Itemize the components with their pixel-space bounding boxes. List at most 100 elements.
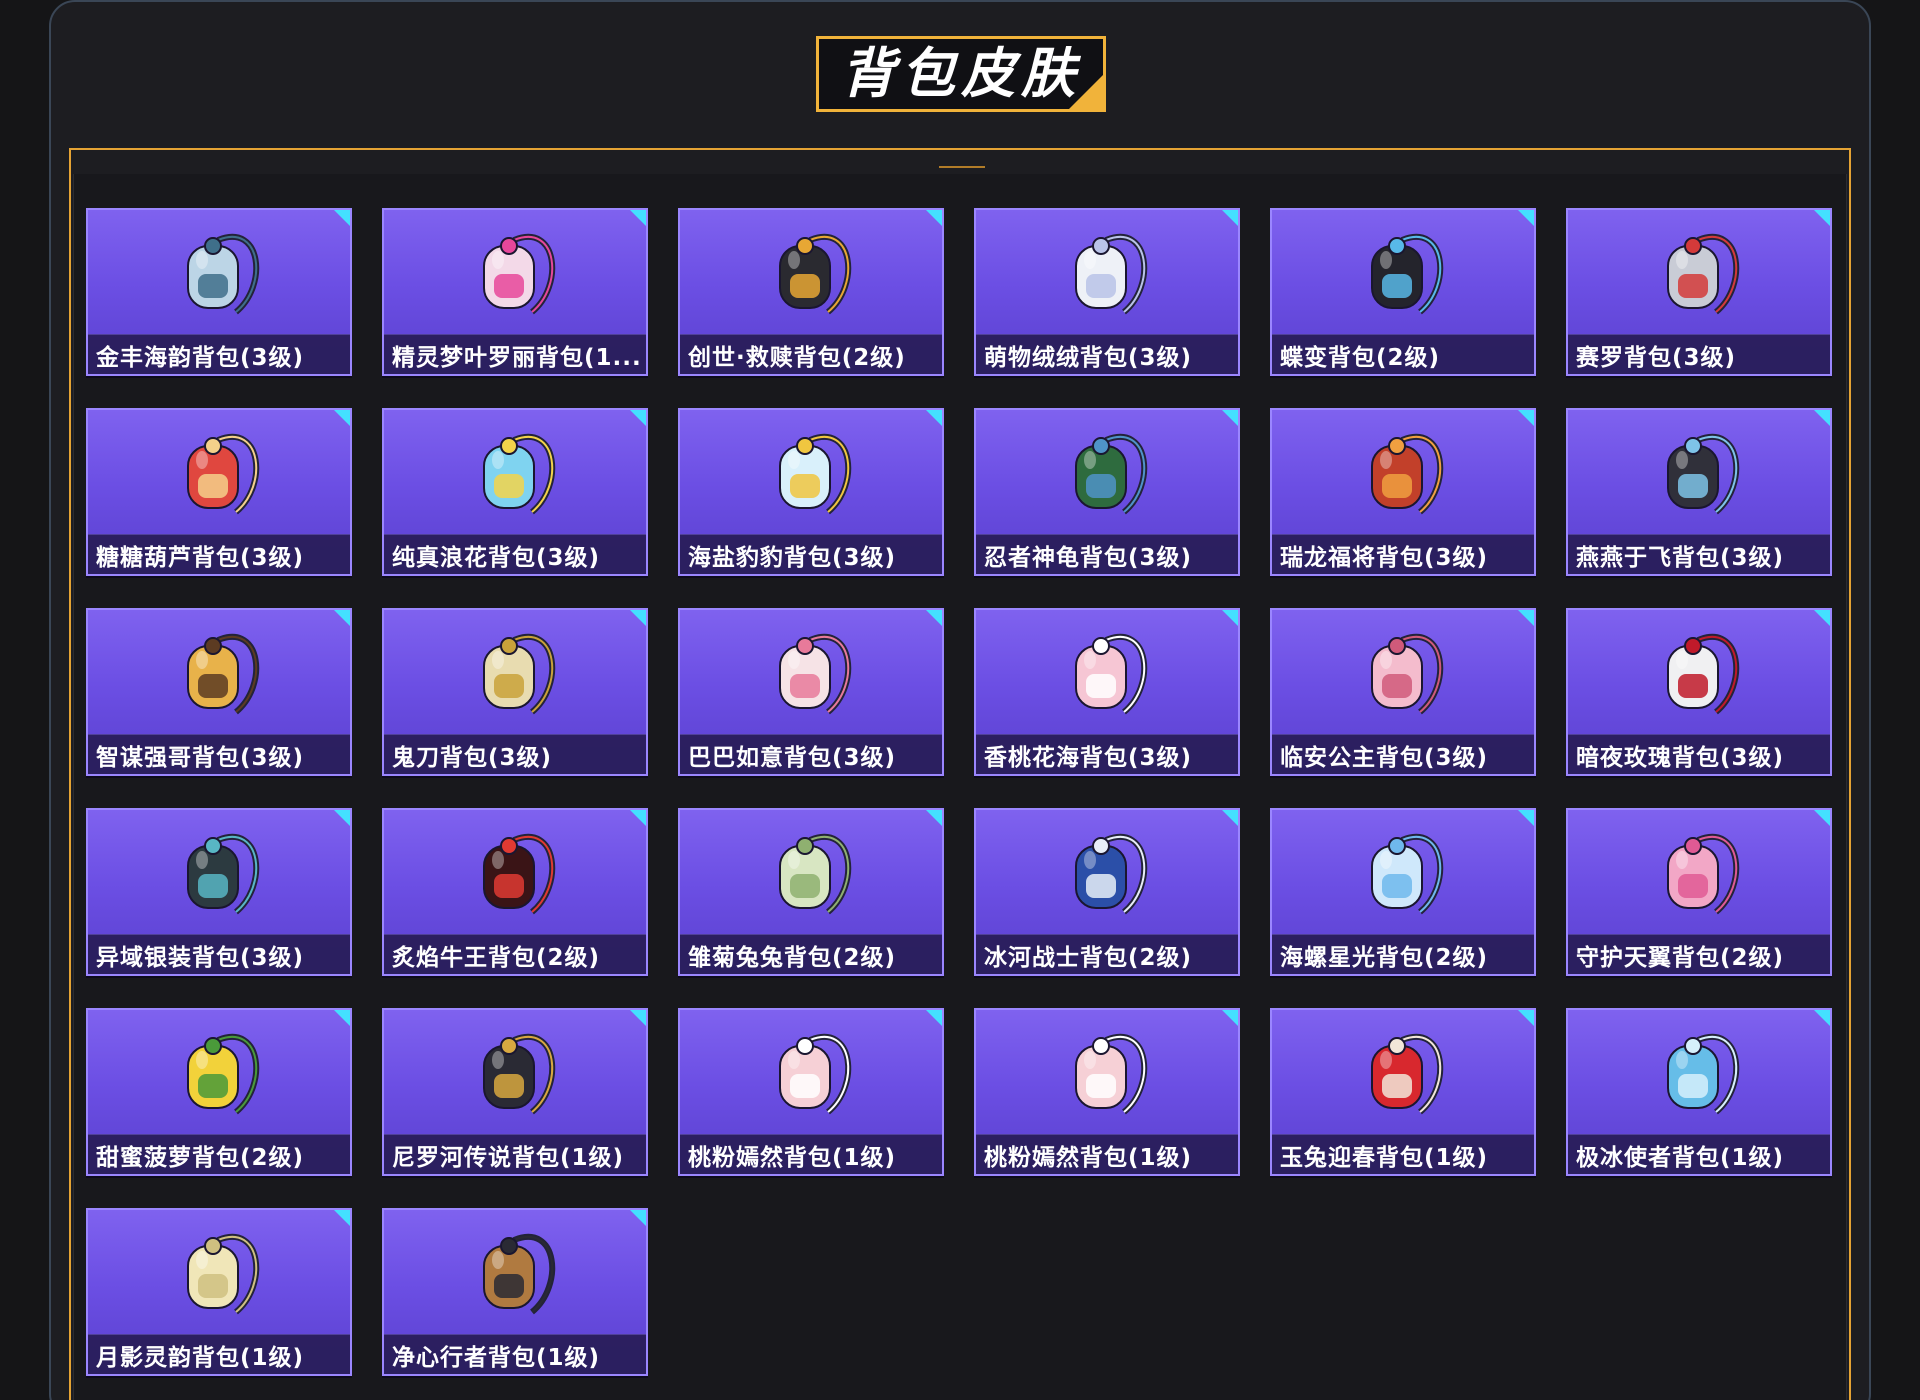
- skin-name: 纯真浪花背包(3级): [392, 544, 601, 571]
- skin-name: 巴巴如意背包(3级): [688, 744, 897, 771]
- skin-card[interactable]: 创世·救赎背包(2级): [678, 208, 944, 376]
- backpack-icon: [1667, 434, 1740, 515]
- skin-card[interactable]: 冰河战士背包(2级): [974, 808, 1240, 976]
- backpack-icon: [187, 634, 260, 715]
- skin-card[interactable]: 赛罗背包(3级): [1566, 208, 1832, 376]
- page: 背包皮肤 金丰海韵背包(3级) 精灵梦叶罗丽背包(1... 创世·救赎背包(2级) 萌…: [0, 0, 1920, 1400]
- skin-card[interactable]: 香桃花海背包(3级): [974, 608, 1240, 776]
- skin-card[interactable]: 炙焰牛王背包(2级): [382, 808, 648, 976]
- skin-card[interactable]: 金丰海韵背包(3级): [86, 208, 352, 376]
- skin-name: 临安公主背包(3级): [1280, 744, 1489, 771]
- skin-label-bar: 临安公主背包(3级): [1272, 734, 1534, 774]
- backpack-icon: [483, 234, 556, 315]
- skin-name: 海螺星光背包(2级): [1280, 944, 1489, 971]
- skin-name: 尼罗河传说背包(1级): [392, 1144, 625, 1171]
- backpack-icon: [1667, 234, 1740, 315]
- frame-divider: [939, 166, 985, 168]
- skin-card[interactable]: 桃粉嫣然背包(1级): [678, 1008, 944, 1176]
- skin-name: 玉兔迎春背包(1级): [1280, 1144, 1489, 1171]
- skin-label-bar: 净心行者背包(1级): [384, 1334, 646, 1374]
- skin-label-bar: 智谋强哥背包(3级): [88, 734, 350, 774]
- skin-name: 创世·救赎背包(2级): [688, 344, 906, 371]
- skin-label-bar: 海螺星光背包(2级): [1272, 934, 1534, 974]
- backpack-icon: [1371, 434, 1444, 515]
- backpack-icon: [1371, 234, 1444, 315]
- skin-label-bar: 精灵梦叶罗丽背包(1...: [384, 334, 646, 374]
- backpack-icon: [779, 834, 852, 915]
- skin-name: 糖糖葫芦背包(3级): [96, 544, 305, 571]
- backpack-icon: [1075, 1034, 1148, 1115]
- backpack-icon: [1667, 834, 1740, 915]
- skin-label-bar: 创世·救赎背包(2级): [680, 334, 942, 374]
- skin-name: 冰河战士背包(2级): [984, 944, 1193, 971]
- skin-label-bar: 极冰使者背包(1级): [1568, 1134, 1830, 1174]
- skin-label-bar: 桃粉嫣然背包(1级): [976, 1134, 1238, 1174]
- section-title-badge: 背包皮肤: [816, 36, 1106, 112]
- skin-card[interactable]: 精灵梦叶罗丽背包(1...: [382, 208, 648, 376]
- skin-card[interactable]: 守护天翼背包(2级): [1566, 808, 1832, 976]
- skin-label-bar: 异域银装背包(3级): [88, 934, 350, 974]
- skin-card[interactable]: 月影灵韵背包(1级): [86, 1208, 352, 1376]
- skin-label-bar: 冰河战士背包(2级): [976, 934, 1238, 974]
- skin-card[interactable]: 暗夜玫瑰背包(3级): [1566, 608, 1832, 776]
- skin-name: 净心行者背包(1级): [392, 1344, 601, 1371]
- backpack-icon: [187, 834, 260, 915]
- skin-label-bar: 鬼刀背包(3级): [384, 734, 646, 774]
- backpack-icon: [1075, 434, 1148, 515]
- skin-name: 金丰海韵背包(3级): [96, 344, 305, 371]
- skin-name: 智谋强哥背包(3级): [96, 744, 305, 771]
- skin-name: 桃粉嫣然背包(1级): [688, 1144, 897, 1171]
- skin-card[interactable]: 糖糖葫芦背包(3级): [86, 408, 352, 576]
- skin-label-bar: 瑞龙福将背包(3级): [1272, 534, 1534, 574]
- skin-name: 暗夜玫瑰背包(3级): [1576, 744, 1785, 771]
- backpack-icon: [187, 434, 260, 515]
- skin-card[interactable]: 雏菊兔兔背包(2级): [678, 808, 944, 976]
- skin-label-bar: 忍者神龟背包(3级): [976, 534, 1238, 574]
- skin-name: 极冰使者背包(1级): [1576, 1144, 1785, 1171]
- skin-name: 萌物绒绒背包(3级): [984, 344, 1193, 371]
- skin-card[interactable]: 巴巴如意背包(3级): [678, 608, 944, 776]
- skin-card[interactable]: 临安公主背包(3级): [1270, 608, 1536, 776]
- skin-label-bar: 雏菊兔兔背包(2级): [680, 934, 942, 974]
- skin-card[interactable]: 蝶变背包(2级): [1270, 208, 1536, 376]
- skin-card[interactable]: 智谋强哥背包(3级): [86, 608, 352, 776]
- skin-card[interactable]: 纯真浪花背包(3级): [382, 408, 648, 576]
- backpack-icon: [779, 1034, 852, 1115]
- skin-name: 鬼刀背包(3级): [392, 744, 553, 771]
- skin-card[interactable]: 尼罗河传说背包(1级): [382, 1008, 648, 1176]
- backpack-icon: [1075, 234, 1148, 315]
- skin-card[interactable]: 甜蜜菠萝背包(2级): [86, 1008, 352, 1176]
- skin-card[interactable]: 萌物绒绒背包(3级): [974, 208, 1240, 376]
- skin-card[interactable]: 净心行者背包(1级): [382, 1208, 648, 1376]
- skin-card[interactable]: 瑞龙福将背包(3级): [1270, 408, 1536, 576]
- backpack-icon: [1371, 634, 1444, 715]
- backpack-icon: [187, 1234, 260, 1315]
- backpack-icon: [483, 634, 556, 715]
- skin-card[interactable]: 鬼刀背包(3级): [382, 608, 648, 776]
- backpack-icon: [483, 1234, 556, 1315]
- backpack-icon: [1075, 834, 1148, 915]
- skin-name: 守护天翼背包(2级): [1576, 944, 1785, 971]
- backpack-icon: [483, 1034, 556, 1115]
- skin-name: 蝶变背包(2级): [1280, 344, 1441, 371]
- skin-name: 香桃花海背包(3级): [984, 744, 1193, 771]
- skin-card[interactable]: 海盐豹豹背包(3级): [678, 408, 944, 576]
- skin-card[interactable]: 忍者神龟背包(3级): [974, 408, 1240, 576]
- skin-label-bar: 蝶变背包(2级): [1272, 334, 1534, 374]
- skin-name: 甜蜜菠萝背包(2级): [96, 1144, 305, 1171]
- skin-card[interactable]: 异域银装背包(3级): [86, 808, 352, 976]
- skin-label-bar: 燕燕于飞背包(3级): [1568, 534, 1830, 574]
- backpack-icon: [187, 1034, 260, 1115]
- skin-label-bar: 玉兔迎春背包(1级): [1272, 1134, 1534, 1174]
- skin-card[interactable]: 桃粉嫣然背包(1级): [974, 1008, 1240, 1176]
- skin-card[interactable]: 海螺星光背包(2级): [1270, 808, 1536, 976]
- skin-label-bar: 萌物绒绒背包(3级): [976, 334, 1238, 374]
- skin-label-bar: 海盐豹豹背包(3级): [680, 534, 942, 574]
- skin-card[interactable]: 燕燕于飞背包(3级): [1566, 408, 1832, 576]
- section-title: 背包皮肤: [841, 42, 1081, 105]
- backpack-icon: [779, 434, 852, 515]
- backpack-icon: [483, 434, 556, 515]
- skin-card[interactable]: 玉兔迎春背包(1级): [1270, 1008, 1536, 1176]
- backpack-icon: [483, 834, 556, 915]
- skin-card[interactable]: 极冰使者背包(1级): [1566, 1008, 1832, 1176]
